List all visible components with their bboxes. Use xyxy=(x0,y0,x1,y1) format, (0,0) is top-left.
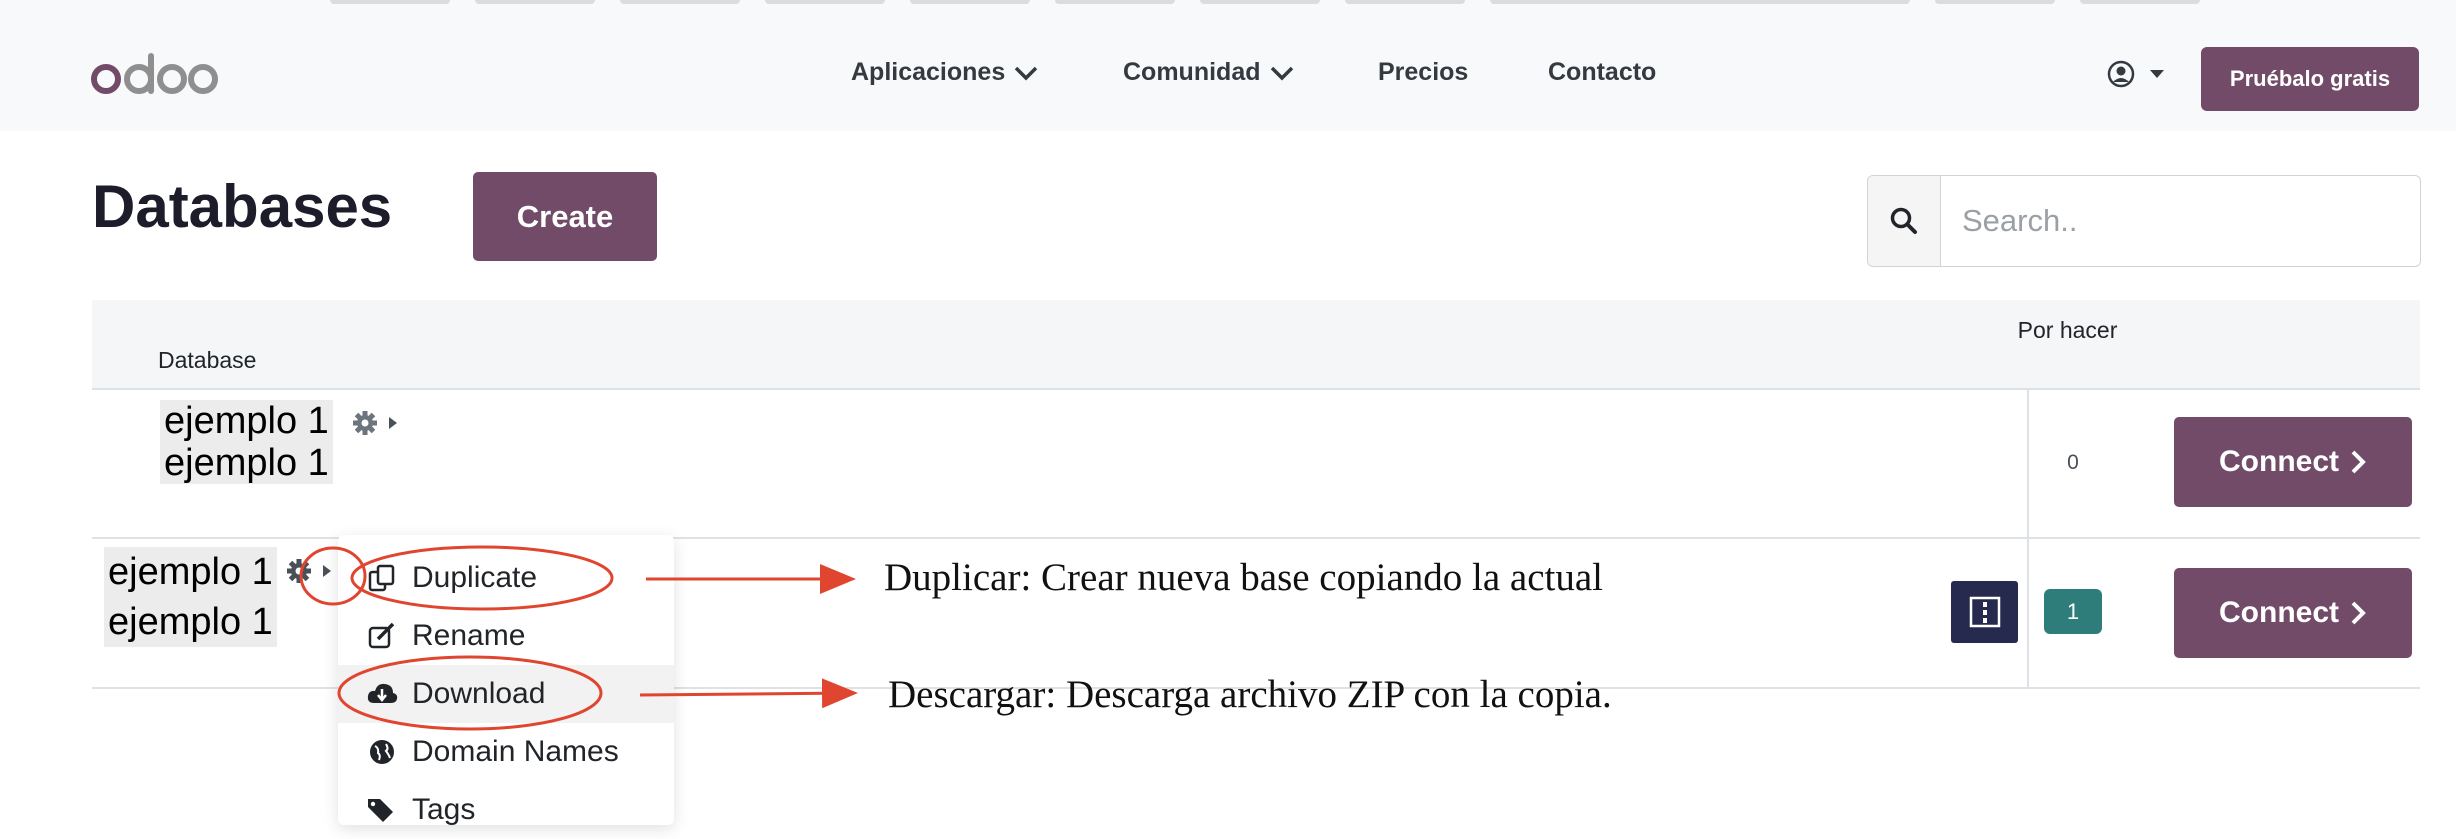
highlight-ellipse-toggle xyxy=(299,546,367,606)
highlight-ellipse-duplicate xyxy=(350,545,614,611)
highlight-ellipse-download xyxy=(337,655,603,731)
annotation-duplicate: Duplicar: Crear nueva base copiando la a… xyxy=(884,556,1604,599)
annotation-download: Descargar: Descarga archivo ZIP con la c… xyxy=(888,673,1612,716)
arrow-download xyxy=(639,678,858,709)
